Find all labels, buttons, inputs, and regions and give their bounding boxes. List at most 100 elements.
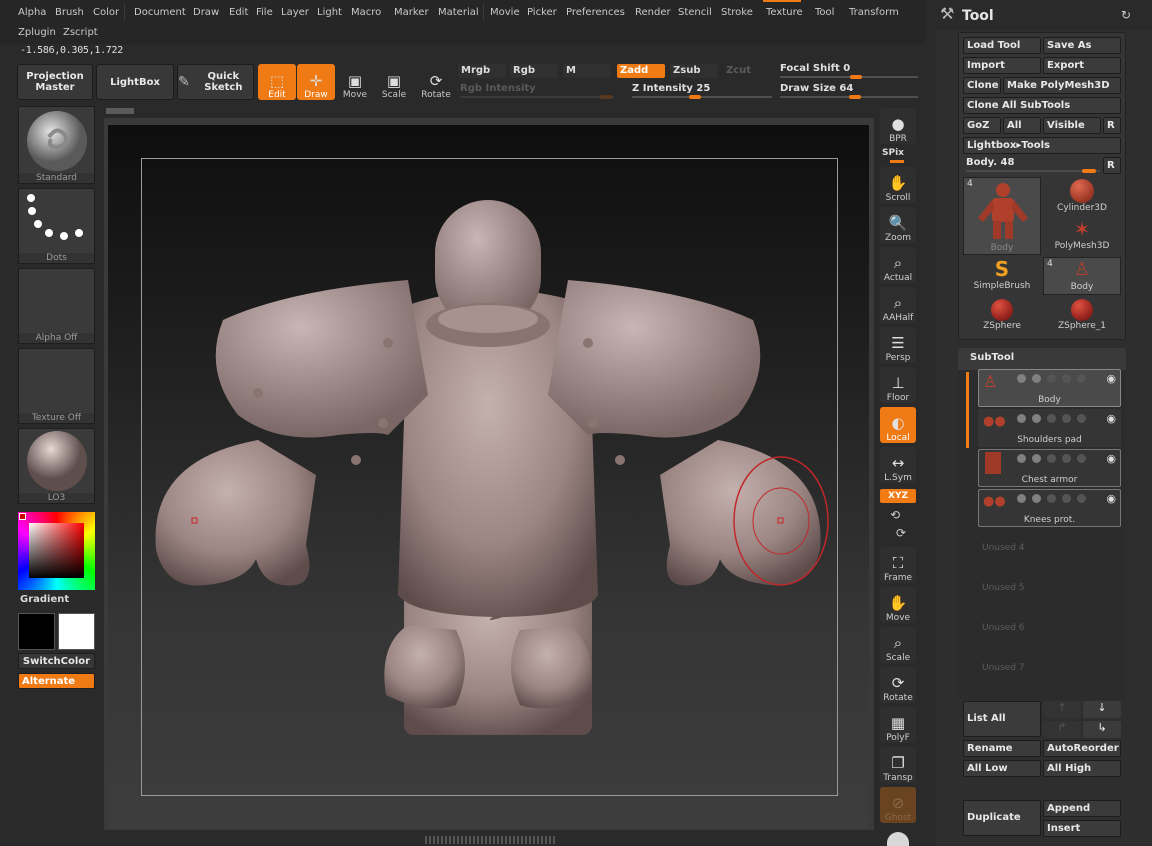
- canvas-tab[interactable]: [106, 108, 134, 114]
- subtool-row-knees[interactable]: ●● ◉ Knees prot.: [978, 489, 1121, 527]
- menu-marker[interactable]: Marker: [394, 7, 429, 18]
- menu-stencil[interactable]: Stencil: [678, 7, 712, 18]
- menu-tool[interactable]: Tool: [815, 7, 834, 18]
- menu-edit[interactable]: Edit: [229, 7, 248, 18]
- move-view-button[interactable]: ✋ Move: [880, 587, 916, 623]
- material-thumbnail[interactable]: LO3: [18, 428, 95, 504]
- eye-icon[interactable]: ◉: [1106, 492, 1116, 505]
- import-button[interactable]: Import: [963, 57, 1041, 74]
- frame-button[interactable]: ⛶ Frame: [880, 547, 916, 583]
- move-top-icon[interactable]: ↱: [1043, 721, 1081, 738]
- aahalf-button[interactable]: ⌕ AAHalf: [880, 287, 916, 323]
- tool-thumb-polymesh3d[interactable]: ✶ PolyMesh3D: [1043, 217, 1121, 255]
- focal-shift-slider[interactable]: Focal Shift 0: [780, 63, 850, 74]
- goz-button[interactable]: GoZ: [963, 117, 1001, 134]
- rename-button[interactable]: Rename: [963, 740, 1041, 757]
- local-button[interactable]: ◐ Local: [880, 407, 916, 443]
- duplicate-button[interactable]: Duplicate: [963, 800, 1041, 836]
- lightbox-button[interactable]: LightBox: [96, 64, 174, 100]
- menu-document[interactable]: Document: [134, 7, 186, 18]
- goz-r-button[interactable]: R: [1103, 117, 1121, 134]
- refresh-icon[interactable]: ↻: [1121, 8, 1131, 22]
- menu-zscript[interactable]: Zscript: [63, 27, 98, 38]
- save-as-button[interactable]: Save As: [1043, 37, 1121, 54]
- rgb-toggle[interactable]: Rgb: [510, 64, 558, 78]
- color-picker[interactable]: [18, 512, 95, 590]
- solo-sphere-icon[interactable]: [887, 832, 909, 846]
- rotate-y-icon[interactable]: ⟲: [890, 508, 900, 522]
- menu-transform[interactable]: Transform: [849, 7, 899, 18]
- tool-thumb-cylinder3d[interactable]: Cylinder3D: [1043, 177, 1121, 215]
- menu-layer[interactable]: Layer: [281, 7, 309, 18]
- goz-all-button[interactable]: All: [1003, 117, 1041, 134]
- menu-movie[interactable]: Movie: [490, 7, 520, 18]
- m-toggle[interactable]: M: [563, 64, 611, 78]
- menu-brush[interactable]: Brush: [55, 7, 84, 18]
- menu-draw[interactable]: Draw: [193, 7, 219, 18]
- main-color-swatch[interactable]: [18, 613, 55, 650]
- eye-icon[interactable]: ◉: [1106, 412, 1116, 425]
- stroke-thumbnail[interactable]: Dots: [18, 188, 95, 264]
- edit-mode-button[interactable]: ⬚ Edit: [258, 64, 296, 100]
- move-bottom-icon[interactable]: ↳: [1083, 721, 1121, 738]
- eye-icon[interactable]: ◉: [1106, 452, 1116, 465]
- menu-macro[interactable]: Macro: [351, 7, 381, 18]
- brush-thumbnail[interactable]: Standard: [18, 106, 95, 184]
- spix-slider[interactable]: SPix: [882, 148, 904, 158]
- canvas-scroll-handle[interactable]: [425, 836, 555, 844]
- tool-thumb-simplebrush[interactable]: S SimpleBrush: [963, 257, 1041, 295]
- list-all-button[interactable]: List All: [963, 701, 1041, 737]
- scale-view-button[interactable]: ⌕ Scale: [880, 627, 916, 663]
- persp-button[interactable]: ☰ Persp: [880, 327, 916, 363]
- secondary-color-swatch[interactable]: [58, 613, 95, 650]
- gradient-label[interactable]: Gradient: [20, 594, 69, 605]
- tool-thumb-zsphere[interactable]: ZSphere: [963, 297, 1041, 335]
- projection-master-button[interactable]: Projection Master: [17, 64, 93, 100]
- actual-button[interactable]: ⌕ Actual: [880, 247, 916, 283]
- clone-button[interactable]: Clone: [963, 77, 1001, 94]
- all-high-button[interactable]: All High: [1043, 760, 1121, 777]
- draw-mode-button[interactable]: ✛ Draw: [297, 64, 335, 100]
- zoom-button[interactable]: 🔍 Zoom: [880, 207, 916, 243]
- auto-reorder-button[interactable]: AutoReorder: [1043, 740, 1121, 757]
- subtool-scrollbar[interactable]: [966, 372, 969, 448]
- subtool-header[interactable]: SubTool: [958, 348, 1126, 370]
- rotate-mode-button[interactable]: ⟳ Rotate: [417, 64, 455, 100]
- menu-texture[interactable]: Texture: [766, 7, 803, 18]
- tool-r-button[interactable]: R: [1103, 157, 1121, 174]
- ghost-button[interactable]: ⊘ Ghost: [880, 787, 916, 823]
- eye-icon[interactable]: ◉: [1106, 372, 1116, 385]
- bpr-button[interactable]: ● BPR: [880, 108, 916, 144]
- lsym-button[interactable]: ↔ L.Sym: [880, 447, 916, 483]
- move-down-icon[interactable]: ↓: [1083, 701, 1121, 718]
- all-low-button[interactable]: All Low: [963, 760, 1041, 777]
- zsub-toggle[interactable]: Zsub: [670, 64, 718, 78]
- zadd-toggle[interactable]: Zadd: [617, 64, 665, 78]
- mrgb-toggle[interactable]: Mrgb: [458, 64, 506, 78]
- rotate-view-button[interactable]: ⟳ Rotate: [880, 667, 916, 703]
- tool-thumb-body-small[interactable]: 4 ♙ Body: [1043, 257, 1121, 295]
- menu-zplugin[interactable]: Zplugin: [18, 27, 56, 38]
- subtool-row-body[interactable]: ♙ ◉ Body: [978, 369, 1121, 407]
- alpha-thumbnail[interactable]: Alpha Off: [18, 268, 95, 344]
- tool-thumb-body-large[interactable]: 4 Body: [963, 177, 1041, 255]
- switch-color-button[interactable]: SwitchColor: [18, 653, 95, 669]
- move-up-icon[interactable]: ↑: [1043, 701, 1081, 718]
- subtool-row-chest[interactable]: ◉ Chest armor: [978, 449, 1121, 487]
- scale-mode-button[interactable]: ▣ Scale: [375, 64, 413, 100]
- menu-material[interactable]: Material: [438, 7, 479, 18]
- make-polymesh-button[interactable]: Make PolyMesh3D: [1003, 77, 1121, 94]
- transp-button[interactable]: ❐ Transp: [880, 747, 916, 783]
- menu-render[interactable]: Render: [635, 7, 671, 18]
- append-button[interactable]: Append: [1043, 800, 1121, 817]
- menu-stroke[interactable]: Stroke: [721, 7, 753, 18]
- xyz-toggle[interactable]: XYZ: [880, 489, 916, 503]
- goz-visible-button[interactable]: Visible: [1043, 117, 1101, 134]
- menu-picker[interactable]: Picker: [527, 7, 557, 18]
- zcut-toggle[interactable]: Zcut: [723, 64, 771, 78]
- load-tool-button[interactable]: Load Tool: [963, 37, 1041, 54]
- move-mode-button[interactable]: ▣ Move: [336, 64, 374, 100]
- menu-light[interactable]: Light: [317, 7, 342, 18]
- texture-thumbnail[interactable]: Texture Off: [18, 348, 95, 424]
- lightbox-tools-button[interactable]: Lightbox▸Tools: [963, 137, 1121, 154]
